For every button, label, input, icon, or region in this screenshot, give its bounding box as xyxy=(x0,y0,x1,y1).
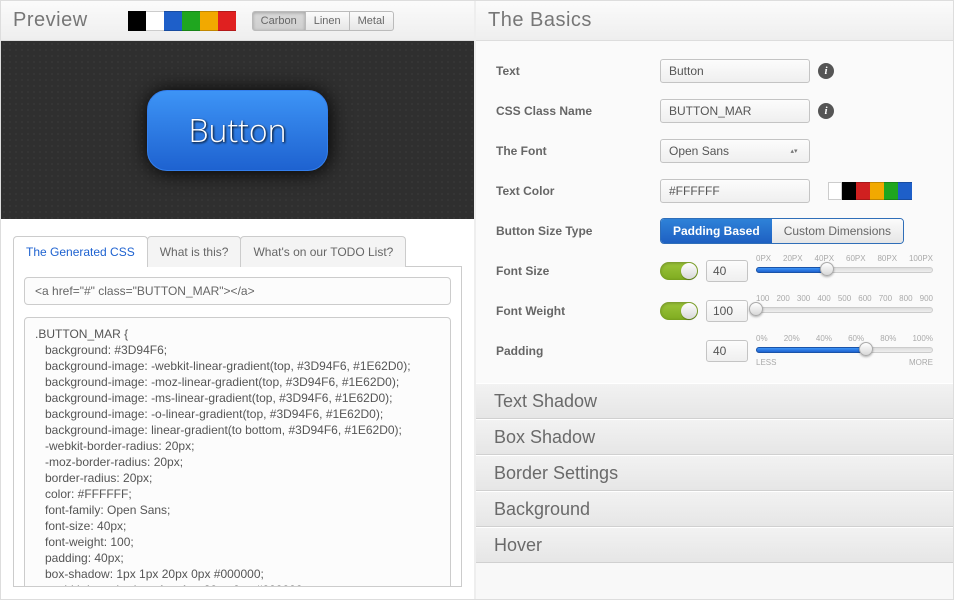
theme-buttons: Carbon Linen Metal xyxy=(252,11,394,31)
label-size-type: Button Size Type xyxy=(496,224,646,238)
preview-header: Preview Carbon Linen Metal xyxy=(1,1,474,41)
label-font-size: Font Size xyxy=(496,264,646,278)
select-font[interactable]: Open Sans ▴▾ xyxy=(660,139,810,163)
theme-carbon[interactable]: Carbon xyxy=(252,11,306,31)
hint-more: MORE xyxy=(909,358,933,367)
label-font-weight: Font Weight xyxy=(496,304,646,318)
info-icon[interactable]: i xyxy=(818,63,834,79)
swatch-white[interactable] xyxy=(828,182,842,200)
section-box-shadow[interactable]: Box Shadow xyxy=(476,419,953,455)
slider-font-weight[interactable]: 100 200 300 400 500 600 700 800 900 xyxy=(756,296,933,326)
toggle-font-size[interactable] xyxy=(660,262,698,280)
tab-generated-css[interactable]: The Generated CSS xyxy=(13,236,148,267)
section-text-shadow[interactable]: Text Shadow xyxy=(476,383,953,419)
swatch-red[interactable] xyxy=(856,182,870,200)
section-background[interactable]: Background xyxy=(476,491,953,527)
input-text[interactable] xyxy=(660,59,810,83)
swatch-black[interactable] xyxy=(128,11,146,31)
slider-thumb[interactable] xyxy=(749,302,763,316)
theme-metal[interactable]: Metal xyxy=(350,11,394,31)
hint-less: LESS xyxy=(756,358,776,367)
text-color-swatches xyxy=(828,182,912,200)
swatch-blue[interactable] xyxy=(164,11,182,31)
font-size-value[interactable]: 40 xyxy=(706,260,748,282)
swatch-green[interactable] xyxy=(884,182,898,200)
label-padding: Padding xyxy=(496,344,646,358)
css-tabs: The Generated CSS What is this? What's o… xyxy=(13,235,462,267)
label-text-color: Text Color xyxy=(496,184,646,198)
seg-custom-dimensions[interactable]: Custom Dimensions xyxy=(772,219,903,243)
preview-canvas: Button xyxy=(1,41,474,219)
basics-header: The Basics xyxy=(476,1,953,41)
label-text: Text xyxy=(496,64,646,78)
seg-padding-based[interactable]: Padding Based xyxy=(661,219,772,243)
css-output[interactable]: .BUTTON_MAR { background: #3D94F6; backg… xyxy=(24,317,451,587)
preview-swatches xyxy=(128,11,236,31)
basics-title: The Basics xyxy=(488,9,592,32)
label-font: The Font xyxy=(496,144,646,158)
section-hover[interactable]: Hover xyxy=(476,527,953,563)
font-weight-value[interactable]: 100 xyxy=(706,300,748,322)
slider-thumb[interactable] xyxy=(820,262,834,276)
tab-what-is-this[interactable]: What is this? xyxy=(147,236,242,267)
padding-value[interactable]: 40 xyxy=(706,340,748,362)
slider-padding[interactable]: 0% 20% 40% 60% 80% 100% LESS MORE xyxy=(756,336,933,366)
preview-title: Preview xyxy=(13,9,88,32)
chevron-updown-icon: ▴▾ xyxy=(787,146,801,156)
swatch-white[interactable] xyxy=(146,11,164,31)
section-border-settings[interactable]: Border Settings xyxy=(476,455,953,491)
preview-button[interactable]: Button xyxy=(147,90,327,171)
label-css-class: CSS Class Name xyxy=(496,104,646,118)
toggle-font-weight[interactable] xyxy=(660,302,698,320)
swatch-orange[interactable] xyxy=(870,182,884,200)
theme-linen[interactable]: Linen xyxy=(306,11,350,31)
slider-thumb[interactable] xyxy=(859,342,873,356)
code-box: <a href="#" class="BUTTON_MAR"></a> .BUT… xyxy=(13,267,462,587)
input-css-class[interactable] xyxy=(660,99,810,123)
input-text-color[interactable] xyxy=(660,179,810,203)
html-snippet[interactable]: <a href="#" class="BUTTON_MAR"></a> xyxy=(24,277,451,305)
swatch-green[interactable] xyxy=(182,11,200,31)
info-icon[interactable]: i xyxy=(818,103,834,119)
swatch-blue[interactable] xyxy=(898,182,912,200)
swatch-orange[interactable] xyxy=(200,11,218,31)
swatch-black[interactable] xyxy=(842,182,856,200)
tab-todo[interactable]: What's on our TODO List? xyxy=(240,236,406,267)
select-font-value: Open Sans xyxy=(669,144,729,158)
slider-font-size[interactable]: 0PX 20PX 40PX 60PX 80PX 100PX xyxy=(756,256,933,286)
basics-body: Text i CSS Class Name i The Font Open Sa… xyxy=(476,41,953,383)
size-type-group: Padding Based Custom Dimensions xyxy=(660,218,904,244)
swatch-red[interactable] xyxy=(218,11,236,31)
